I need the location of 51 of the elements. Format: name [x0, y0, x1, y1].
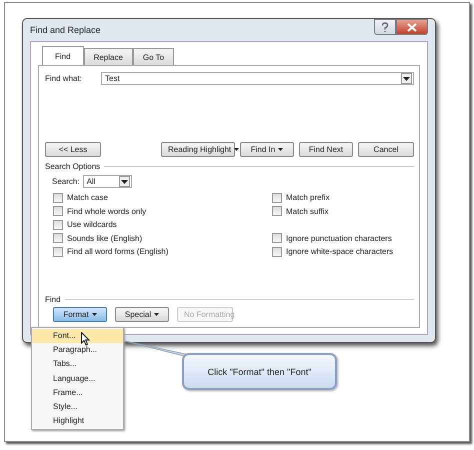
menu-item[interactable]: Font... — [32, 329, 123, 344]
checkbox[interactable] — [272, 246, 282, 257]
checkbox-label: Match prefix — [286, 193, 330, 202]
section-title: Find — [45, 294, 61, 304]
dialog-button[interactable]: Find In — [240, 142, 294, 157]
dialog-button[interactable]: Cancel — [358, 142, 414, 157]
tab[interactable]: Go To — [132, 48, 174, 65]
caret-icon — [154, 312, 160, 316]
checkbox-label: Use wildcards — [67, 220, 117, 230]
dialog-button[interactable]: << Less — [45, 142, 101, 157]
checkbox[interactable] — [53, 192, 63, 203]
checkbox[interactable] — [53, 233, 63, 244]
menu-item[interactable]: Paragraph... — [32, 343, 123, 358]
caret-icon — [92, 312, 97, 316]
close-icon — [407, 22, 417, 32]
checkbox-label: Match suffix — [286, 206, 329, 216]
help-button[interactable] — [374, 19, 396, 35]
menu-item[interactable]: Frame... — [32, 386, 123, 400]
checkbox[interactable] — [53, 206, 63, 216]
checkbox[interactable] — [272, 192, 282, 203]
checkbox-label: Match case — [67, 193, 108, 202]
caret-icon — [278, 148, 284, 152]
dialog-button[interactable]: Find Next — [299, 142, 353, 157]
section-title: Search Options — [45, 162, 100, 171]
tab[interactable]: Replace — [84, 48, 133, 65]
find-what-label: Find what: — [45, 74, 83, 83]
caret-icon — [234, 148, 240, 152]
callout-bubble: Click "Format" then "Font" — [182, 353, 337, 390]
find-what-field[interactable]: Test — [101, 72, 414, 85]
checkbox-label: Find all word forms (English) — [67, 247, 168, 256]
menu-item[interactable]: Language... — [32, 372, 123, 386]
checkbox-label: Ignore punctuation characters — [286, 234, 392, 243]
checkbox[interactable] — [53, 246, 63, 257]
checkbox-label: Find whole words only — [67, 206, 146, 216]
checkbox-label: Sounds like (English) — [67, 234, 142, 243]
close-button[interactable] — [396, 19, 428, 35]
checkbox-label: Ignore white-space characters — [286, 247, 394, 256]
question-mark-icon — [380, 22, 390, 32]
menu-item[interactable]: Highlight — [32, 414, 123, 428]
find-option-button[interactable]: Special — [115, 306, 169, 322]
checkbox[interactable] — [272, 206, 282, 216]
search-dropdown[interactable]: All — [82, 175, 132, 188]
checkbox[interactable] — [53, 220, 63, 230]
find-option-button[interactable]: Format — [53, 306, 107, 322]
menu-item[interactable]: Style... — [32, 400, 123, 414]
mouse-pointer-icon — [81, 332, 90, 346]
search-label: Search: — [52, 177, 80, 186]
checkbox[interactable] — [272, 233, 282, 244]
tab[interactable]: Find — [42, 46, 84, 65]
window-title: Find and Replace — [30, 25, 101, 35]
menu-item[interactable]: Tabs... — [32, 357, 123, 372]
